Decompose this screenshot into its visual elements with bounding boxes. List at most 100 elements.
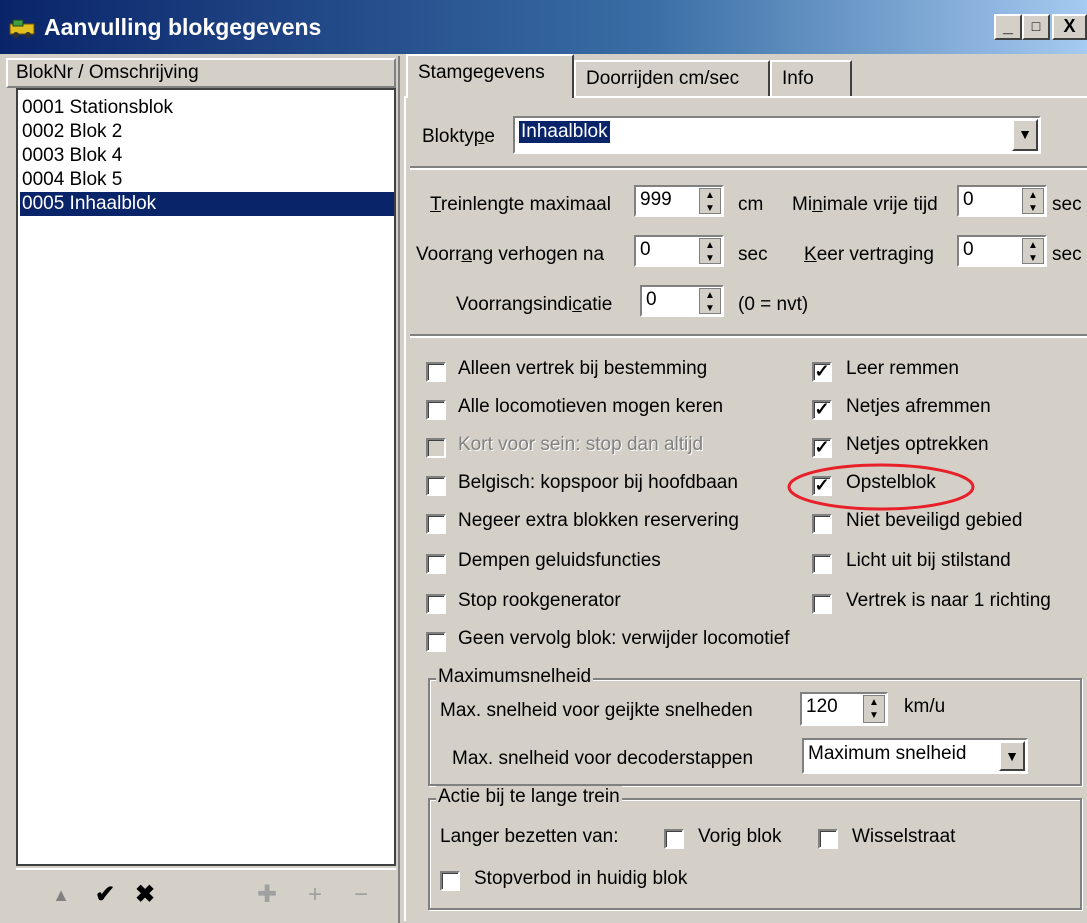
wisselstraat-checkbox[interactable] bbox=[818, 829, 838, 849]
spin-icon[interactable]: ▲ ▼ bbox=[699, 238, 721, 264]
decoder-value: Maximum snelheid bbox=[808, 743, 967, 764]
voorrang-unit: sec bbox=[738, 244, 768, 265]
voorrangsindicatie-label: Voorrangsindicatie bbox=[456, 294, 613, 315]
long-train-title: Actie bij te lange trein bbox=[436, 786, 622, 808]
minus-icon[interactable]: − bbox=[346, 880, 376, 910]
geen-vervolg-label: Geen vervolg blok: verwijder locomotief bbox=[458, 628, 790, 649]
list-item[interactable]: 0004 Blok 5 bbox=[20, 168, 394, 192]
maximize-button[interactable]: □ bbox=[1022, 14, 1050, 40]
long-train-group bbox=[428, 798, 1082, 910]
voorrang-value: 0 bbox=[640, 239, 651, 260]
voorrangsindicatie-unit: (0 = nvt) bbox=[738, 294, 809, 315]
spin-icon[interactable]: ▲ ▼ bbox=[699, 188, 721, 214]
bloktype-value: Inhaalblok bbox=[519, 121, 610, 143]
spin-icon[interactable]: ▲ ▼ bbox=[863, 695, 885, 723]
bloktype-select[interactable]: Inhaalblok ▼ bbox=[513, 116, 1041, 154]
netjes-afremmen-checkbox[interactable]: ✓ bbox=[812, 400, 832, 420]
splitter[interactable] bbox=[398, 56, 400, 923]
kort-voor-sein-checkbox bbox=[426, 438, 446, 458]
dempen-label: Dempen geluidsfuncties bbox=[458, 550, 661, 571]
list-item-selected[interactable]: 0005 Inhaalblok bbox=[20, 192, 394, 216]
treinlengte-value: 999 bbox=[640, 189, 672, 210]
stop-rookgenerator-checkbox[interactable] bbox=[426, 594, 446, 614]
stop-rookgenerator-label: Stop rookgenerator bbox=[458, 590, 621, 611]
minimale-vrije-tijd-unit: sec bbox=[1052, 194, 1082, 215]
keer-vertraging-label: Keer vertraging bbox=[804, 244, 934, 265]
negeer-extra-checkbox[interactable] bbox=[426, 514, 446, 534]
max-speed-title: Maximumsnelheid bbox=[436, 666, 594, 688]
spin-icon[interactable]: ▲ ▼ bbox=[699, 288, 721, 314]
chevron-down-icon[interactable]: ▼ bbox=[999, 741, 1025, 771]
voorrang-stepper[interactable]: 0 ▲ ▼ bbox=[634, 235, 724, 267]
close-button[interactable]: X bbox=[1052, 14, 1087, 40]
negeer-extra-label: Negeer extra blokken reservering bbox=[458, 510, 739, 531]
stopverbod-checkbox[interactable] bbox=[440, 871, 460, 891]
langer-bezetten-label: Langer bezetten van: bbox=[440, 826, 619, 847]
list-item[interactable]: 0002 Blok 2 bbox=[20, 120, 394, 144]
geijkte-stepper[interactable]: 120 ▲ ▼ bbox=[800, 692, 888, 726]
geen-vervolg-checkbox[interactable] bbox=[426, 632, 446, 652]
vorig-blok-label: Vorig blok bbox=[698, 826, 782, 847]
plus-icon[interactable]: + bbox=[300, 880, 330, 910]
wisselstraat-label: Wisselstraat bbox=[852, 826, 956, 847]
delete-icon[interactable]: ✖ bbox=[130, 880, 160, 910]
app-icon bbox=[9, 19, 35, 38]
stopverbod-label: Stopverbod in huidig blok bbox=[474, 868, 688, 889]
minimize-button[interactable]: _ bbox=[994, 14, 1022, 40]
niet-beveiligd-checkbox[interactable] bbox=[812, 514, 832, 534]
speed-unit: km/u bbox=[904, 696, 946, 717]
treinlengte-label: Treinlengte maximaal bbox=[430, 194, 611, 215]
vertrek-richting-label: Vertrek is naar 1 richting bbox=[846, 590, 1051, 611]
divider bbox=[410, 334, 1087, 338]
tab-doorrijden[interactable]: Doorrijden cm/sec bbox=[574, 60, 770, 96]
list-item[interactable]: 0001 Stationsblok bbox=[20, 96, 394, 120]
minimale-vrije-tijd-value: 0 bbox=[963, 189, 974, 210]
vertrek-richting-checkbox[interactable] bbox=[812, 594, 832, 614]
alleen-vertrek-checkbox[interactable] bbox=[426, 362, 446, 382]
block-list[interactable]: 0001 Stationsblok 0002 Blok 2 0003 Blok … bbox=[16, 88, 396, 866]
tab-info[interactable]: Info bbox=[770, 60, 852, 96]
licht-uit-label: Licht uit bij stilstand bbox=[846, 550, 1011, 571]
belgisch-label: Belgisch: kopspoor bij hoofdbaan bbox=[458, 472, 738, 493]
licht-uit-checkbox[interactable] bbox=[812, 554, 832, 574]
alle-locomotieven-checkbox[interactable] bbox=[426, 400, 446, 420]
netjes-optrekken-label: Netjes optrekken bbox=[846, 434, 989, 455]
treinlengte-unit: cm bbox=[738, 194, 764, 215]
alleen-vertrek-label: Alleen vertrek bij bestemming bbox=[458, 358, 708, 379]
netjes-optrekken-checkbox[interactable]: ✓ bbox=[812, 438, 832, 458]
vorig-blok-checkbox[interactable] bbox=[664, 829, 684, 849]
belgisch-checkbox[interactable] bbox=[426, 476, 446, 496]
niet-beveiligd-label: Niet beveiligd gebied bbox=[846, 510, 1023, 531]
up-arrow-icon[interactable]: ▲ bbox=[46, 880, 76, 910]
leer-remmen-label: Leer remmen bbox=[846, 358, 959, 379]
highlight-ellipse bbox=[787, 463, 975, 511]
kort-voor-sein-label: Kort voor sein: stop dan altijd bbox=[458, 434, 704, 455]
treinlengte-stepper[interactable]: 999 ▲ ▼ bbox=[634, 185, 724, 217]
leer-remmen-checkbox[interactable]: ✓ bbox=[812, 362, 832, 382]
alle-locomotieven-label: Alle locomotieven mogen keren bbox=[458, 396, 724, 417]
netjes-afremmen-label: Netjes afremmen bbox=[846, 396, 991, 417]
list-toolbar: ▲ ✔ ✖ ✚ + − bbox=[16, 868, 396, 922]
check-icon[interactable]: ✔ bbox=[90, 880, 120, 910]
voorrangsindicatie-value: 0 bbox=[646, 289, 657, 310]
dempen-checkbox[interactable] bbox=[426, 554, 446, 574]
list-item[interactable]: 0003 Blok 4 bbox=[20, 144, 394, 168]
minimale-vrije-tijd-stepper[interactable]: 0 ▲ ▼ bbox=[957, 185, 1047, 217]
list-column-header[interactable]: BlokNr / Omschrijving bbox=[6, 58, 396, 88]
geijkte-label: Max. snelheid voor geijkte snelheden bbox=[440, 700, 753, 721]
decoder-select[interactable]: Maximum snelheid ▼ bbox=[802, 738, 1028, 774]
minimale-vrije-tijd-label: Minimale vrije tijd bbox=[792, 194, 938, 215]
spin-icon[interactable]: ▲ ▼ bbox=[1022, 188, 1044, 214]
chevron-down-icon[interactable]: ▼ bbox=[1012, 119, 1038, 151]
divider bbox=[410, 166, 1087, 170]
tab-stamgegevens[interactable]: Stamgegevens bbox=[406, 54, 574, 98]
keer-vertraging-value: 0 bbox=[963, 239, 974, 260]
keer-vertraging-unit: sec bbox=[1052, 244, 1082, 265]
spin-icon[interactable]: ▲ ▼ bbox=[1022, 238, 1044, 264]
decoder-label: Max. snelheid voor decoderstappen bbox=[452, 748, 754, 769]
bloktype-label: Bloktype bbox=[422, 126, 495, 147]
voorrang-label: Voorrang verhogen na bbox=[416, 244, 605, 265]
add-multiple-icon[interactable]: ✚ bbox=[252, 880, 282, 910]
keer-vertraging-stepper[interactable]: 0 ▲ ▼ bbox=[957, 235, 1047, 267]
voorrangsindicatie-stepper[interactable]: 0 ▲ ▼ bbox=[640, 285, 724, 317]
